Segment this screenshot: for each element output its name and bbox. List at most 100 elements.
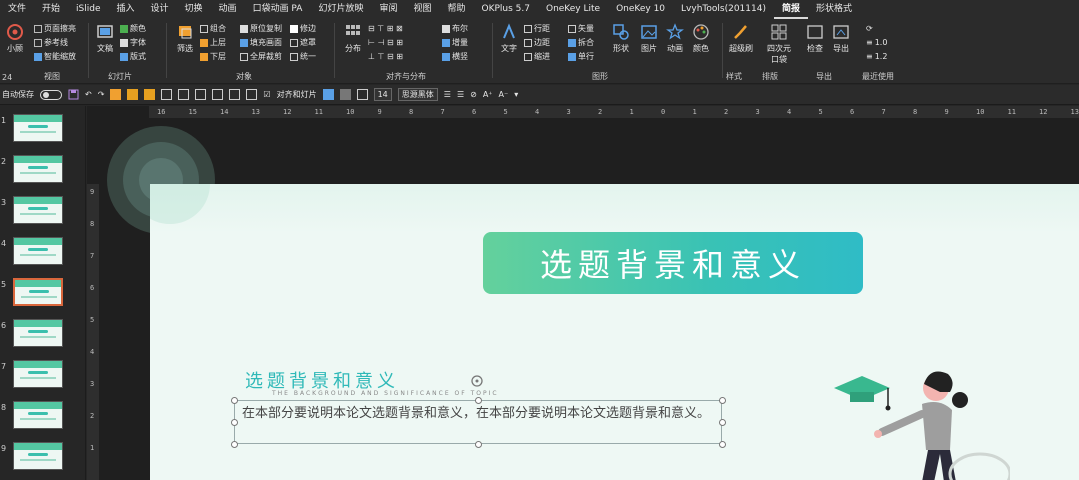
- single-line-button[interactable]: 单行: [568, 51, 594, 63]
- fill-color-icon[interactable]: [322, 89, 334, 100]
- group-button[interactable]: 组合: [200, 23, 226, 35]
- export-button[interactable]: 导出: [828, 23, 854, 54]
- crop-button[interactable]: 全屏裁剪: [240, 51, 282, 63]
- shape-button[interactable]: 形状: [608, 23, 634, 54]
- pocket-button[interactable]: 四次元口袋: [764, 23, 794, 65]
- slide-thumbnail[interactable]: [13, 155, 63, 183]
- recent-item-1[interactable]: ≡ 1.2: [866, 51, 887, 63]
- resize-handle[interactable]: [475, 441, 482, 448]
- more-icon[interactable]: ▾: [514, 90, 518, 99]
- doc-button[interactable]: 文稿: [92, 23, 118, 54]
- font-size-select[interactable]: 14: [373, 88, 392, 101]
- rotate-handle-icon[interactable]: [470, 374, 484, 388]
- font-grow-icon[interactable]: A⁺: [483, 90, 493, 99]
- resize-handle[interactable]: [231, 397, 238, 404]
- mask-button[interactable]: 遮罩: [290, 37, 316, 49]
- menu-item[interactable]: 切换: [177, 0, 211, 19]
- align-middle-icon[interactable]: [229, 89, 241, 100]
- align-icons-row3[interactable]: ⊥ ⊤ ⊟ ⊞: [368, 51, 403, 63]
- margin-button[interactable]: 边距: [524, 37, 550, 49]
- format-icon[interactable]: [110, 89, 122, 100]
- font-name-select[interactable]: 思源黑体: [397, 88, 438, 101]
- view-item-1[interactable]: 参考线: [34, 37, 68, 49]
- distribute-button[interactable]: 分布: [340, 23, 366, 54]
- slide-thumbnail[interactable]: [13, 401, 63, 429]
- menu-item[interactable]: 形状格式: [808, 0, 860, 19]
- resize-handle[interactable]: [719, 441, 726, 448]
- menu-item[interactable]: 帮助: [439, 0, 473, 19]
- align-icons-row1[interactable]: ⊟ ⊤ ⊞ ⊠: [368, 23, 403, 35]
- shape-fill-icon[interactable]: [339, 89, 351, 100]
- menu-item[interactable]: 文件: [0, 0, 34, 19]
- menu-item[interactable]: 审阅: [371, 0, 405, 19]
- menu-item[interactable]: OneKey 10: [608, 0, 673, 19]
- resize-handle[interactable]: [719, 397, 726, 404]
- resize-handle[interactable]: [231, 419, 238, 426]
- menu-item[interactable]: 动画: [211, 0, 245, 19]
- send-backward-button[interactable]: 下层: [200, 51, 226, 63]
- menu-item[interactable]: OneKey Lite: [538, 0, 608, 19]
- group-icon[interactable]: [127, 89, 139, 100]
- super-brush-button[interactable]: 超级刷: [728, 23, 754, 54]
- picture-button[interactable]: 图片: [636, 23, 662, 54]
- horizontal-vertical-button[interactable]: 横竖: [442, 51, 468, 63]
- menu-item[interactable]: 简报: [773, 0, 808, 19]
- bring-forward-button[interactable]: 上层: [200, 37, 226, 49]
- align-center-icon[interactable]: [178, 89, 190, 100]
- slide-thumbnail[interactable]: [13, 319, 63, 347]
- resize-handle[interactable]: [231, 441, 238, 448]
- align-right-icon[interactable]: [195, 89, 207, 100]
- view-item-0[interactable]: 页面擦亮: [34, 23, 76, 35]
- slide-thumbnail[interactable]: [13, 278, 63, 306]
- vector-button[interactable]: 矢量: [568, 23, 594, 35]
- boolean-button[interactable]: 布尔: [442, 23, 468, 35]
- indent-button[interactable]: 缩进: [524, 51, 550, 63]
- view-item-2[interactable]: 智能缩放: [34, 51, 76, 63]
- menu-item[interactable]: 开始: [34, 0, 68, 19]
- layout-button[interactable]: 版式: [120, 51, 146, 63]
- align-top-icon[interactable]: [212, 89, 224, 100]
- outline-icon[interactable]: [356, 89, 368, 100]
- duplicate-button[interactable]: 原位复制: [240, 23, 282, 35]
- slide-title-banner[interactable]: 选题背景和意义: [483, 232, 863, 294]
- number-list-icon[interactable]: ☰: [457, 90, 464, 99]
- menu-item[interactable]: 幻灯片放映: [310, 0, 371, 19]
- animation-button[interactable]: 动画: [662, 23, 688, 54]
- slide-thumbnail[interactable]: [13, 442, 63, 470]
- check-button[interactable]: 检查: [802, 23, 828, 54]
- bullet-list-icon[interactable]: ☰: [444, 90, 451, 99]
- align-left-icon[interactable]: [161, 89, 173, 100]
- menu-item[interactable]: iSlide: [68, 0, 108, 19]
- slide-thumbnail[interactable]: [13, 196, 63, 224]
- unify-button[interactable]: 统一: [290, 51, 316, 63]
- menu-item[interactable]: OKPlus 5.7: [474, 0, 538, 19]
- resize-handle[interactable]: [719, 419, 726, 426]
- body-text[interactable]: 在本部分要说明本论文选题背景和意义，在本部分要说明本论文选题背景和意义。: [242, 405, 712, 423]
- checkbox-icon[interactable]: ☑: [263, 90, 270, 99]
- menu-item[interactable]: 视图: [405, 0, 439, 19]
- section-heading-english[interactable]: THE BACKGROUND AND SIGNIFICANCE OF TOPIC: [272, 390, 499, 397]
- text-button[interactable]: 文字: [496, 23, 522, 54]
- filter-button[interactable]: 筛选: [172, 23, 198, 54]
- menu-item[interactable]: 插入: [109, 0, 143, 19]
- undo-icon[interactable]: ↶: [85, 90, 92, 99]
- ungroup-icon[interactable]: [144, 89, 156, 100]
- save-icon[interactable]: [68, 89, 79, 100]
- font-shrink-icon[interactable]: A⁻: [499, 90, 509, 99]
- autosave-toggle[interactable]: [40, 89, 62, 100]
- slide-thumbnail[interactable]: [13, 114, 63, 142]
- menu-item[interactable]: 设计: [143, 0, 177, 19]
- align-bottom-icon[interactable]: [246, 89, 258, 100]
- recent-item-0[interactable]: ≡ 1.0: [866, 37, 887, 49]
- line-spacing-button[interactable]: 行距: [524, 23, 550, 35]
- increment-button[interactable]: 增量: [442, 37, 468, 49]
- trim-button[interactable]: 修边: [290, 23, 316, 35]
- clear-format-icon[interactable]: ⊘: [470, 90, 477, 99]
- fill-frame-button[interactable]: 填充画面: [240, 37, 282, 49]
- font-button[interactable]: 字体: [120, 37, 146, 49]
- color-palette-button[interactable]: 颜色: [688, 23, 714, 54]
- menu-item[interactable]: LvyhTools(201114): [673, 0, 774, 19]
- slide-canvas[interactable]: 选题背景和意义 选题背景和意义 THE BACKGROUND AND SIGNI…: [150, 184, 1079, 480]
- recent-icon[interactable]: ⟳: [866, 23, 873, 35]
- align-icons-row2[interactable]: ⊢ ⊣ ⊟ ⊞: [368, 37, 403, 49]
